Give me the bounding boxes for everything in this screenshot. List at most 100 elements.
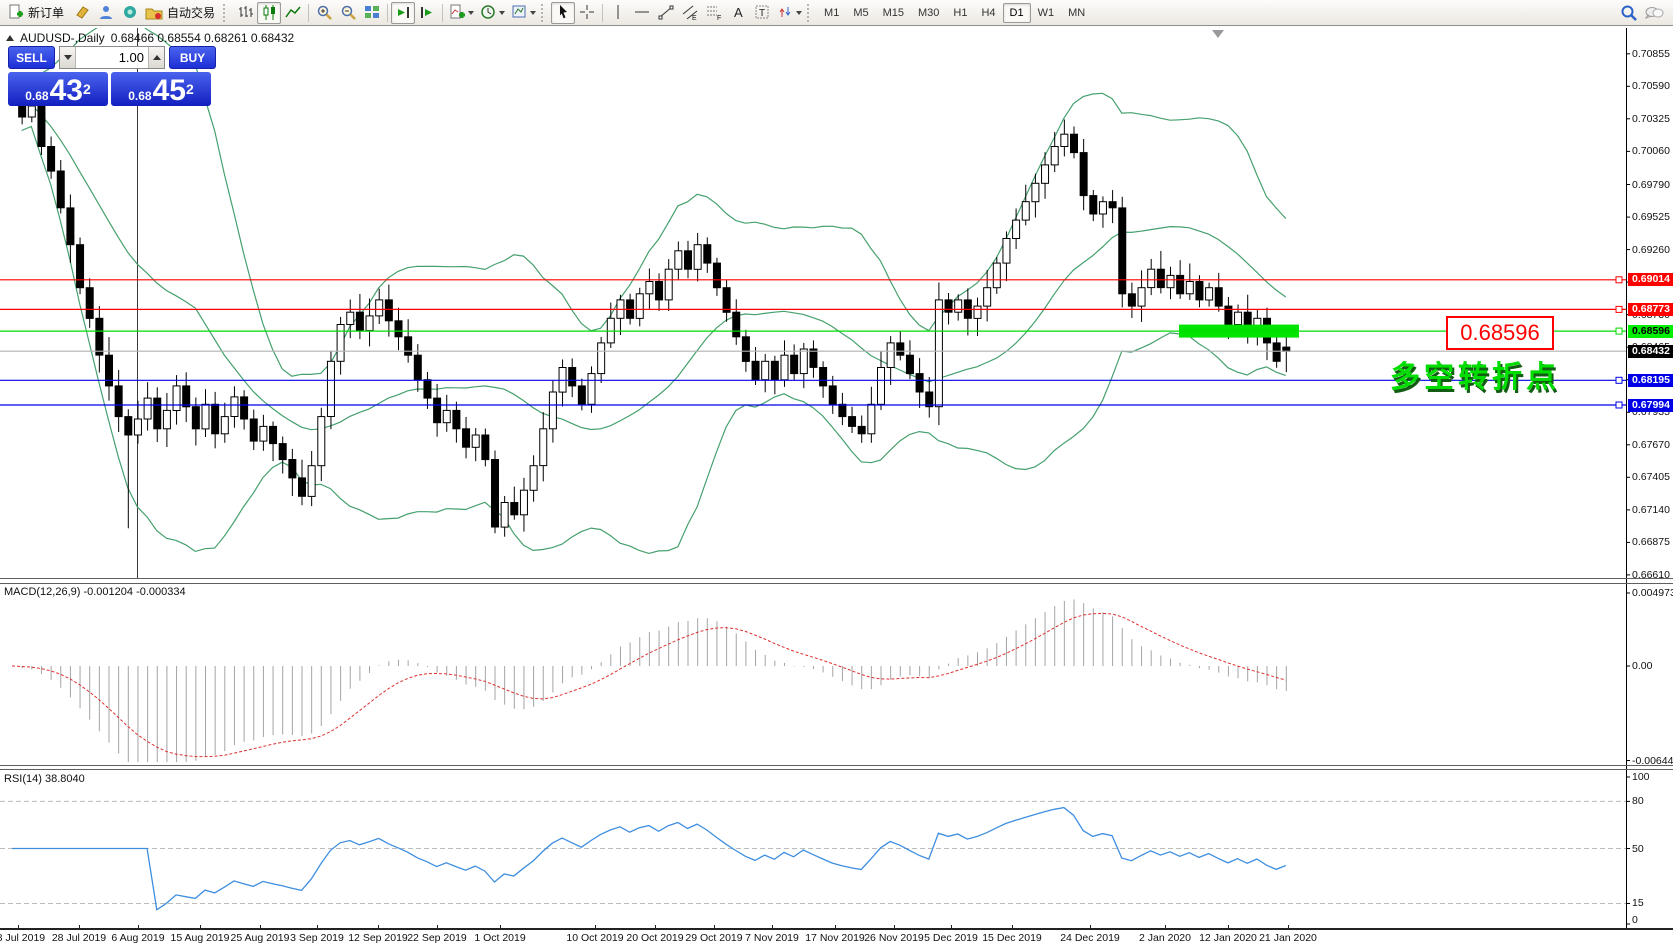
candle-body xyxy=(1167,275,1174,287)
bar-chart-button[interactable] xyxy=(233,2,257,24)
volume-decrease-button[interactable] xyxy=(60,47,76,68)
autotrade-icon xyxy=(145,4,163,21)
vertical-line-icon xyxy=(610,4,627,21)
price-axis-tick-label: 0.69790 xyxy=(1632,179,1673,191)
profile-button[interactable] xyxy=(94,2,118,24)
crosshair-icon xyxy=(579,4,596,21)
pane-splitter[interactable] xyxy=(0,578,1673,579)
candlestick-chart-icon xyxy=(261,4,278,21)
text-label-button[interactable]: T xyxy=(750,2,774,24)
zoom-in-button[interactable] xyxy=(312,2,336,24)
horizontal-line-icon xyxy=(634,4,651,21)
volume-input[interactable] xyxy=(76,47,148,68)
candle-body xyxy=(569,368,576,386)
timeframe-m15[interactable]: M15 xyxy=(876,3,911,23)
arrows-button[interactable] xyxy=(774,2,805,24)
buy-button[interactable]: BUY xyxy=(169,46,216,69)
candle-body xyxy=(96,318,103,355)
templates-button[interactable] xyxy=(508,2,539,24)
candle-body xyxy=(1273,343,1280,361)
date-axis-label: 1 Oct 2019 xyxy=(460,932,540,944)
toolbar-right xyxy=(1617,2,1667,24)
indicators-button[interactable] xyxy=(446,2,477,24)
candle-body xyxy=(733,312,740,337)
sell-price-button[interactable]: 0.68 43 2 xyxy=(8,72,108,106)
candle-body xyxy=(791,355,798,373)
indicators-icon xyxy=(449,4,466,21)
candle-body xyxy=(1032,183,1039,201)
bar-chart-icon xyxy=(237,4,254,21)
chart-shift-marker[interactable] xyxy=(1212,30,1224,38)
sell-button[interactable]: SELL xyxy=(8,46,55,69)
collapse-panel-icon[interactable] xyxy=(6,35,14,41)
fibonacci-button[interactable]: F xyxy=(702,2,726,24)
autotrade-button[interactable] xyxy=(142,2,166,24)
horizontal-line-button[interactable] xyxy=(630,2,654,24)
timeframe-m5[interactable]: M5 xyxy=(846,3,875,23)
periods-clock-icon xyxy=(480,4,497,21)
timeframe-mn[interactable]: MN xyxy=(1061,3,1092,23)
candle-body xyxy=(1022,202,1029,220)
timeframe-d1[interactable]: D1 xyxy=(1003,3,1031,23)
search-button[interactable] xyxy=(1617,2,1641,24)
price-callout-label[interactable]: 0.68596 xyxy=(1446,316,1554,350)
tile-windows-button[interactable] xyxy=(360,2,384,24)
search-icon xyxy=(1620,4,1638,22)
candle-body xyxy=(125,417,132,435)
text-button[interactable]: A xyxy=(726,2,750,24)
candle-body xyxy=(752,361,759,379)
candle-body xyxy=(685,251,692,269)
candle-body xyxy=(1042,165,1049,183)
candlestick-chart-button[interactable] xyxy=(257,2,281,24)
zoom-out-button[interactable] xyxy=(336,2,360,24)
candle-body xyxy=(935,300,942,407)
chat-icon xyxy=(1644,4,1664,22)
candle-body xyxy=(1090,196,1097,214)
candle-body xyxy=(86,288,93,319)
timeframe-m30[interactable]: M30 xyxy=(911,3,946,23)
new-order-button[interactable] xyxy=(3,2,27,24)
chart-shift-button[interactable] xyxy=(415,2,439,24)
toolbar-separator xyxy=(602,4,603,22)
cursor-button[interactable] xyxy=(551,2,575,24)
toolbar-grip xyxy=(541,4,547,22)
timeframe-h4[interactable]: H4 xyxy=(974,3,1002,23)
periods-button[interactable] xyxy=(477,2,508,24)
vertical-line-button[interactable] xyxy=(606,2,630,24)
pane-splitter[interactable] xyxy=(0,769,1673,770)
trendline-button[interactable] xyxy=(654,2,678,24)
news-button[interactable] xyxy=(118,2,142,24)
price-level-label: 0.68432 xyxy=(1628,345,1673,358)
auto-scroll-button[interactable] xyxy=(391,2,415,24)
pivot-note-text[interactable]: 多空转折点 xyxy=(1390,352,1560,396)
candle-body xyxy=(540,429,547,466)
candle-body xyxy=(231,397,238,417)
timeframe-h1[interactable]: H1 xyxy=(946,3,974,23)
timeframe-w1[interactable]: W1 xyxy=(1031,3,1062,23)
metaeditor-button[interactable] xyxy=(70,2,94,24)
candle-body xyxy=(578,386,585,404)
timeframe-m1[interactable]: M1 xyxy=(817,3,846,23)
chat-button[interactable] xyxy=(1641,2,1667,24)
price-level-label: 0.69014 xyxy=(1628,273,1673,286)
pane-splitter[interactable] xyxy=(0,765,1673,766)
chart-area[interactable] xyxy=(0,0,1673,950)
bollinger-lower-band xyxy=(22,127,1286,554)
candle-body xyxy=(424,380,431,398)
pane-splitter[interactable] xyxy=(0,583,1673,584)
candle-body xyxy=(530,466,537,491)
crosshair-button[interactable] xyxy=(575,2,599,24)
rsi-axis-label: 15 xyxy=(1632,897,1673,909)
chart-symbol-period: AUDUSD-,Daily xyxy=(20,31,105,45)
candle-body xyxy=(897,343,904,355)
rsi-axis-label: 50 xyxy=(1632,843,1673,855)
level-anchor-square xyxy=(1616,377,1622,383)
volume-increase-button[interactable] xyxy=(148,47,164,68)
buy-price-button[interactable]: 0.68 45 2 xyxy=(111,72,211,106)
channel-button[interactable]: E xyxy=(678,2,702,24)
line-chart-button[interactable] xyxy=(281,2,305,24)
spin-down-icon xyxy=(64,55,72,60)
candle-body xyxy=(878,368,885,405)
channel-icon: E xyxy=(682,4,699,21)
candle-body xyxy=(742,337,749,362)
